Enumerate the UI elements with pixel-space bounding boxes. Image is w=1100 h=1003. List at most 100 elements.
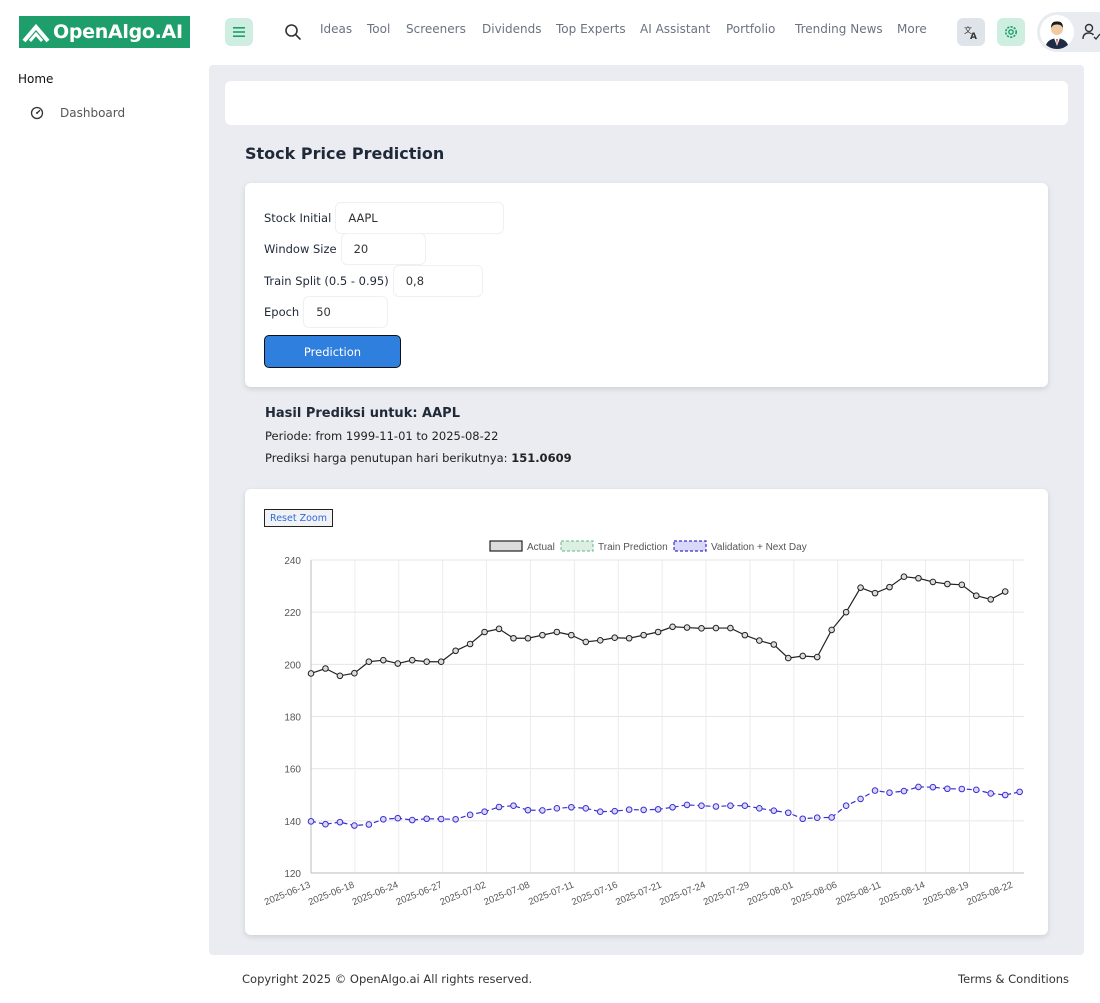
stock-row: Stock Initial AAPL bbox=[264, 202, 505, 234]
data-point bbox=[987, 790, 995, 797]
dashboard-gauge-icon bbox=[30, 106, 44, 120]
prediction-form: Stock Initial AAPL Window Size 20 Train … bbox=[245, 183, 1048, 387]
data-point bbox=[871, 589, 879, 597]
nav-ai-assistant[interactable]: AI Assistant bbox=[640, 22, 710, 36]
data-point bbox=[452, 815, 459, 823]
translate-button[interactable]: 文 A bbox=[957, 18, 985, 46]
data-point bbox=[958, 581, 966, 589]
epoch-row: Epoch 50 bbox=[264, 296, 389, 328]
data-point bbox=[756, 637, 763, 644]
data-point bbox=[408, 656, 416, 664]
data-point bbox=[900, 787, 908, 795]
nav-portfolio[interactable]: Portfolio bbox=[726, 22, 775, 36]
profile-menu[interactable] bbox=[1037, 12, 1100, 52]
data-point bbox=[712, 803, 720, 810]
data-point bbox=[784, 809, 792, 817]
gear-icon bbox=[1005, 26, 1017, 38]
data-point bbox=[669, 623, 676, 631]
data-point bbox=[365, 658, 373, 666]
y-tick-label: 240 bbox=[284, 556, 301, 567]
settings-button[interactable] bbox=[997, 18, 1025, 46]
data-point bbox=[437, 815, 445, 823]
data-point bbox=[307, 818, 315, 825]
data-point bbox=[495, 803, 503, 811]
x-tick-label: 2025-07-29 bbox=[702, 880, 751, 908]
data-point bbox=[886, 789, 893, 796]
y-tick-label: 180 bbox=[284, 713, 301, 724]
data-point bbox=[553, 805, 561, 812]
nav-dividends[interactable]: Dividends bbox=[482, 22, 541, 36]
data-point bbox=[423, 815, 430, 823]
data-point bbox=[929, 783, 937, 791]
y-tick-label: 140 bbox=[284, 817, 301, 828]
data-point bbox=[828, 626, 835, 634]
data-point bbox=[683, 624, 691, 631]
y-tick-label: 120 bbox=[284, 869, 301, 880]
legend-swatch bbox=[489, 540, 523, 552]
data-point bbox=[307, 670, 315, 677]
nav-trending-news[interactable]: Trending News bbox=[795, 22, 883, 36]
nav-top-experts[interactable]: Top Experts bbox=[556, 22, 626, 36]
data-point bbox=[727, 624, 734, 632]
result-period: Periode: from 1999-11-01 to 2025-08-22 bbox=[265, 429, 499, 443]
data-point bbox=[437, 658, 445, 666]
stock-input[interactable]: AAPL bbox=[335, 202, 505, 234]
terms-link[interactable]: Terms & Conditions bbox=[958, 972, 1069, 986]
data-point bbox=[784, 654, 792, 662]
reset-zoom-button[interactable]: Reset Zoom bbox=[264, 509, 333, 527]
data-point bbox=[510, 802, 517, 810]
search-icon[interactable] bbox=[284, 23, 302, 41]
data-point bbox=[596, 808, 604, 816]
x-tick-label: 2025-08-14 bbox=[877, 880, 926, 908]
data-point bbox=[929, 578, 937, 586]
data-point bbox=[336, 818, 344, 826]
page-title: Stock Price Prediction bbox=[245, 144, 445, 163]
nav-tool[interactable]: Tool bbox=[367, 22, 390, 36]
data-point bbox=[915, 574, 922, 582]
sidebar-item-dashboard[interactable]: Dashboard bbox=[30, 106, 125, 120]
brand-logo[interactable]: OpenAlgo.AI bbox=[19, 16, 190, 48]
logo-mark-icon bbox=[19, 16, 53, 48]
epoch-label: Epoch bbox=[264, 305, 300, 319]
window-size-input[interactable]: 20 bbox=[340, 233, 426, 265]
y-tick-label: 220 bbox=[284, 608, 301, 619]
main-content: Stock Price Prediction Stock Initial AAP… bbox=[209, 65, 1084, 955]
epoch-input[interactable]: 50 bbox=[303, 296, 389, 328]
train-split-input[interactable]: 0,8 bbox=[392, 265, 483, 297]
prediction-button[interactable]: Prediction bbox=[264, 335, 401, 368]
series-line-2 bbox=[310, 786, 1020, 827]
avatar[interactable] bbox=[1040, 15, 1074, 49]
data-point bbox=[987, 596, 995, 603]
next-day-value: 151.0609 bbox=[511, 451, 572, 465]
data-point bbox=[322, 820, 329, 828]
data-point bbox=[553, 628, 561, 636]
x-tick-label: 2025-07-16 bbox=[570, 880, 619, 908]
data-point bbox=[727, 802, 734, 810]
nav-screeners[interactable]: Screeners bbox=[406, 22, 466, 36]
sidebar-home-heading[interactable]: Home bbox=[18, 72, 53, 86]
nav-more[interactable]: More bbox=[897, 22, 927, 36]
data-point bbox=[568, 803, 575, 811]
data-point bbox=[813, 653, 821, 661]
data-point bbox=[770, 807, 778, 814]
data-point bbox=[886, 583, 893, 591]
data-point bbox=[669, 803, 676, 811]
data-point bbox=[712, 624, 720, 632]
data-point bbox=[756, 805, 763, 812]
data-point bbox=[394, 814, 402, 822]
data-point bbox=[958, 785, 966, 793]
x-tick-label: 2025-08-11 bbox=[834, 880, 883, 908]
data-point bbox=[481, 808, 488, 816]
y-tick-label: 200 bbox=[284, 660, 301, 671]
nav-ideas[interactable]: Ideas bbox=[320, 22, 352, 36]
data-point bbox=[625, 806, 633, 813]
menu-toggle-button[interactable] bbox=[225, 18, 253, 46]
data-point bbox=[351, 822, 358, 829]
brand-name: OpenAlgo.AI bbox=[53, 21, 183, 43]
data-point bbox=[351, 669, 358, 677]
stock-label: Stock Initial bbox=[264, 211, 332, 225]
prediction-result: Hasil Prediksi untuk: AAPL Periode: from… bbox=[265, 406, 572, 465]
legend-label: Validation + Next Day bbox=[711, 542, 807, 553]
prediction-chart[interactable]: 120 140 160 180 200 220 240 2025-06-132025-06-1… bbox=[245, 489, 1048, 935]
data-point bbox=[380, 815, 387, 823]
